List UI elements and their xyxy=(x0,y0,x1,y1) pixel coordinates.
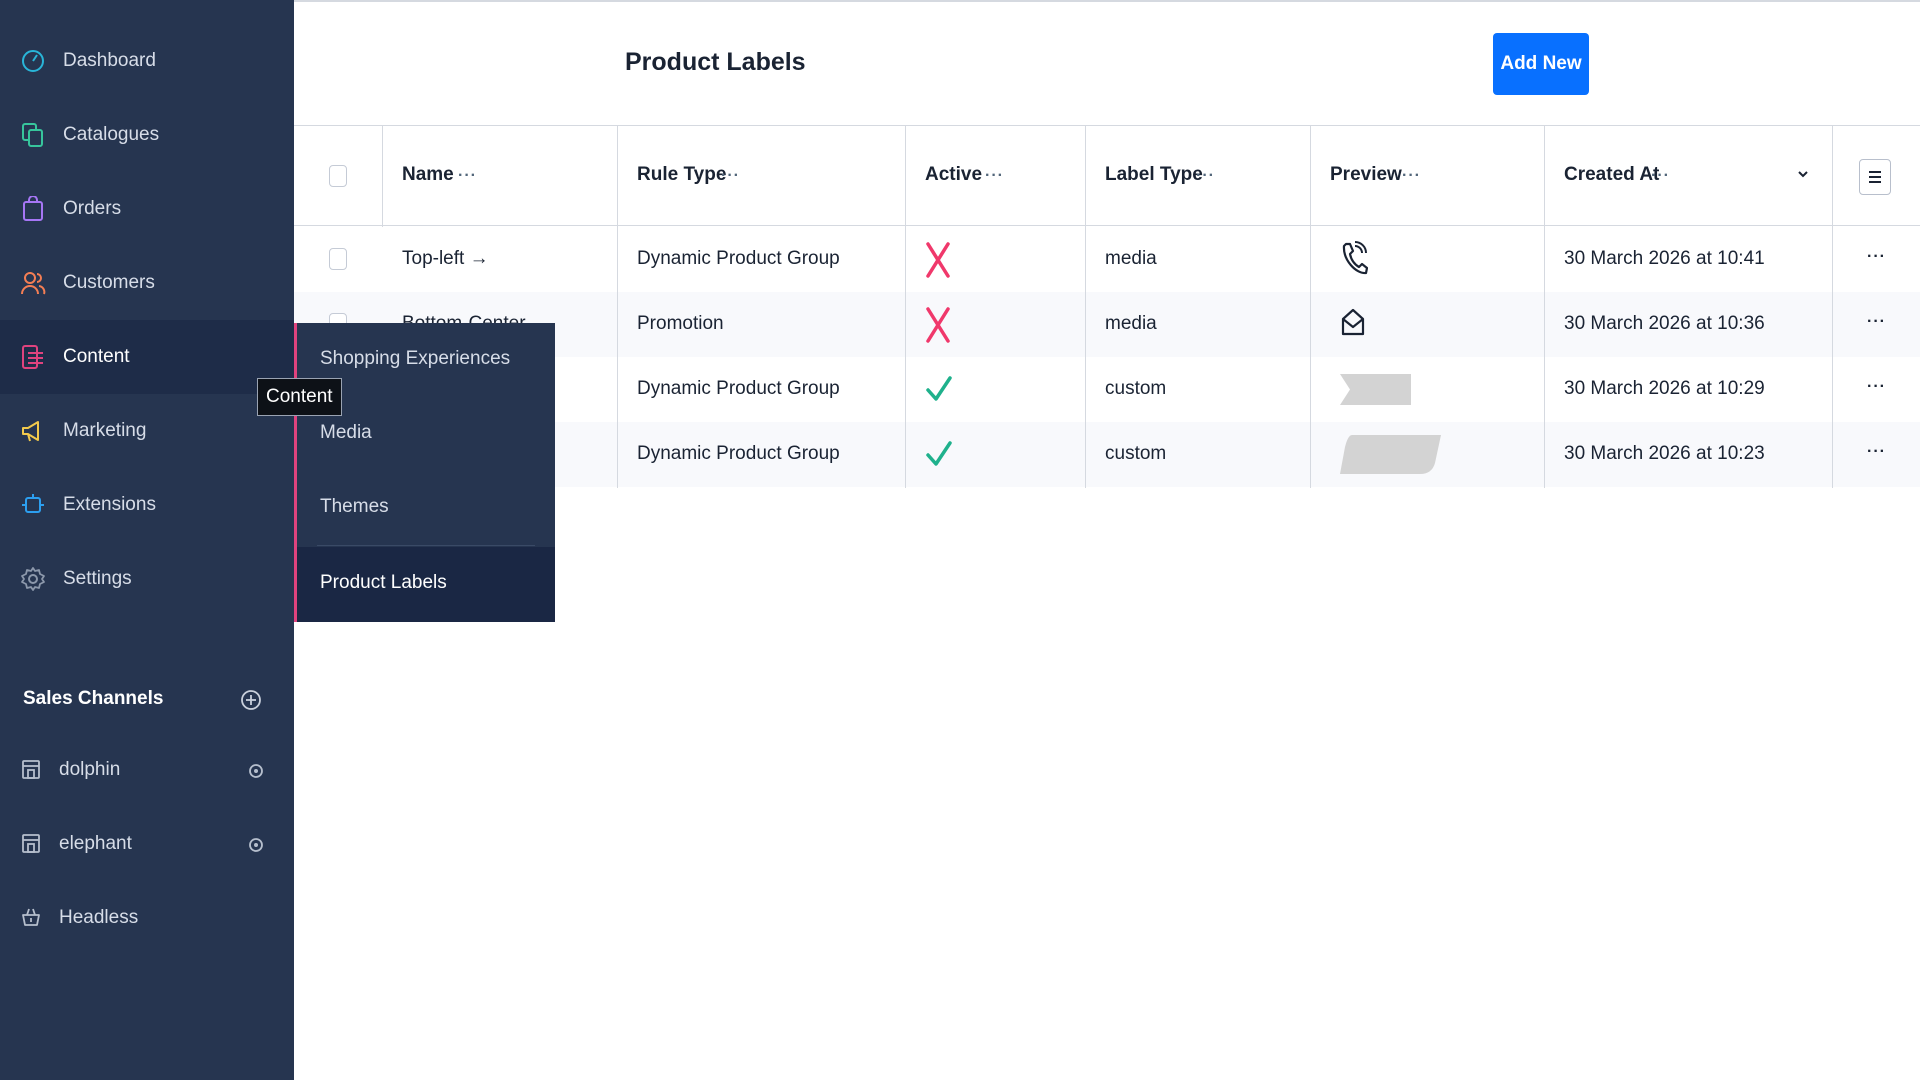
column-menu-icon[interactable]: ··· xyxy=(721,167,740,185)
tooltip: Content xyxy=(257,378,342,416)
sidebar-item-extensions[interactable]: Extensions xyxy=(0,468,294,542)
ribbon-label-preview xyxy=(1340,374,1411,405)
top-border xyxy=(294,0,1920,2)
column-menu-icon[interactable]: ··· xyxy=(1196,167,1215,185)
sidebar-item-label: Extensions xyxy=(63,494,156,515)
sidebar-item-catalogues[interactable]: Catalogues xyxy=(0,98,294,172)
sidebar-item-label: Dashboard xyxy=(63,50,156,71)
sidebar-item-label: Catalogues xyxy=(63,124,160,145)
column-header-label-type[interactable]: Label Type xyxy=(1105,164,1203,186)
column-divider xyxy=(1832,125,1833,488)
eye-icon[interactable] xyxy=(246,761,266,781)
column-divider xyxy=(382,125,383,227)
row-actions-icon[interactable]: ··· xyxy=(1867,313,1886,331)
column-divider xyxy=(905,125,906,488)
column-menu-icon[interactable]: ··· xyxy=(1402,167,1421,185)
cell-created-at: 30 March 2026 at 10:41 xyxy=(1564,248,1765,269)
sidebar-item-label: Orders xyxy=(63,198,122,219)
row-checkbox[interactable] xyxy=(329,248,347,270)
column-menu-icon[interactable]: ··· xyxy=(458,167,477,185)
submenu-item-label: Media xyxy=(320,422,372,443)
sidebar-item-content[interactable]: Content xyxy=(0,320,294,394)
sales-channel-label: elephant xyxy=(59,833,132,854)
storefront-icon xyxy=(22,834,40,853)
column-menu-icon[interactable]: ··· xyxy=(1651,167,1670,185)
sidebar-item-settings[interactable]: Settings xyxy=(0,542,294,616)
active-check-icon xyxy=(926,441,952,466)
column-divider xyxy=(1544,125,1545,488)
sidebar: Dashboard Catalogues Orders Customers Co… xyxy=(0,0,294,1080)
dashboard-icon xyxy=(22,50,44,72)
sidebar-item-orders[interactable]: Orders xyxy=(0,172,294,246)
column-header-preview[interactable]: Preview xyxy=(1330,164,1402,186)
active-check-icon xyxy=(926,376,952,401)
sales-channel-elephant[interactable]: elephant xyxy=(0,807,294,881)
cell-label-type: custom xyxy=(1105,378,1167,399)
cell-rule-type: Dynamic Product Group xyxy=(637,248,840,269)
cell-created-at: 30 March 2026 at 10:29 xyxy=(1564,378,1765,399)
column-divider xyxy=(1310,125,1311,488)
column-header-created-at[interactable]: Created At xyxy=(1564,164,1659,186)
submenu-item-label: Themes xyxy=(320,496,389,517)
envelope-open-icon xyxy=(1341,308,1365,336)
list-icon xyxy=(1869,171,1881,183)
column-menu-icon[interactable]: ··· xyxy=(985,167,1004,185)
row-actions-icon[interactable]: ··· xyxy=(1867,443,1886,461)
sales-channel-label: dolphin xyxy=(59,759,121,780)
customers-icon xyxy=(21,272,46,295)
column-header-rule-type[interactable]: Rule Type xyxy=(637,164,726,186)
sidebar-item-dashboard[interactable]: Dashboard xyxy=(0,24,294,98)
sidebar-item-label: Settings xyxy=(63,568,132,589)
select-all-checkbox[interactable] xyxy=(329,165,347,187)
basket-icon xyxy=(22,908,40,926)
add-circle-icon[interactable] xyxy=(240,689,262,711)
sidebar-item-marketing[interactable]: Marketing xyxy=(0,394,294,468)
submenu-divider xyxy=(317,545,535,546)
settings-icon xyxy=(21,567,45,591)
cell-rule-type: Dynamic Product Group xyxy=(637,378,840,399)
sales-channels-title: Sales Channels xyxy=(23,688,164,709)
submenu-item-label: Shopping Experiences xyxy=(320,348,511,369)
page-title: Product Labels xyxy=(625,48,806,76)
sidebar-item-label: Marketing xyxy=(63,420,147,441)
sales-channel-headless[interactable]: Headless xyxy=(0,881,294,955)
cell-label-type: media xyxy=(1105,313,1157,334)
add-new-button[interactable]: Add New xyxy=(1493,33,1589,95)
chevron-down-icon[interactable] xyxy=(1796,167,1810,181)
cell-created-at: 30 March 2026 at 10:23 xyxy=(1564,443,1765,464)
cell-created-at: 30 March 2026 at 10:36 xyxy=(1564,313,1765,334)
catalogues-icon xyxy=(22,123,43,147)
column-header-name[interactable]: Name xyxy=(402,164,454,186)
orders-icon xyxy=(23,196,43,221)
extensions-icon xyxy=(22,494,44,513)
row-actions-icon[interactable]: ··· xyxy=(1867,378,1886,396)
storefront-icon xyxy=(22,760,40,779)
sidebar-item-label: Customers xyxy=(63,272,155,293)
submenu-item-product-labels[interactable]: Product Labels xyxy=(297,547,555,622)
phone-icon xyxy=(1342,241,1368,275)
inactive-x-icon xyxy=(926,307,950,343)
slanted-label-preview xyxy=(1340,435,1441,474)
cell-rule-type: Dynamic Product Group xyxy=(637,443,840,464)
content-icon xyxy=(22,345,43,369)
column-divider xyxy=(617,125,618,488)
cell-name[interactable]: Top-left → xyxy=(402,248,489,270)
inactive-x-icon xyxy=(926,242,950,278)
submenu-item-label: Product Labels xyxy=(320,572,447,593)
sidebar-item-label: Content xyxy=(63,346,130,367)
cell-label-type: media xyxy=(1105,248,1157,269)
grid-settings-button[interactable] xyxy=(1859,159,1891,195)
cell-label-type: custom xyxy=(1105,443,1167,464)
sidebar-item-customers[interactable]: Customers xyxy=(0,246,294,320)
sales-channel-label: Headless xyxy=(59,907,139,928)
cell-rule-type: Promotion xyxy=(637,313,724,334)
sales-channel-dolphin[interactable]: dolphin xyxy=(0,733,294,807)
content-submenu: Shopping Experiences Media Themes Produc… xyxy=(294,323,555,622)
row-actions-icon[interactable]: ··· xyxy=(1867,248,1886,266)
submenu-item-themes[interactable]: Themes xyxy=(297,471,555,545)
eye-icon[interactable] xyxy=(246,835,266,855)
marketing-icon xyxy=(22,421,39,442)
column-divider xyxy=(1085,125,1086,488)
column-header-active[interactable]: Active xyxy=(925,164,982,186)
